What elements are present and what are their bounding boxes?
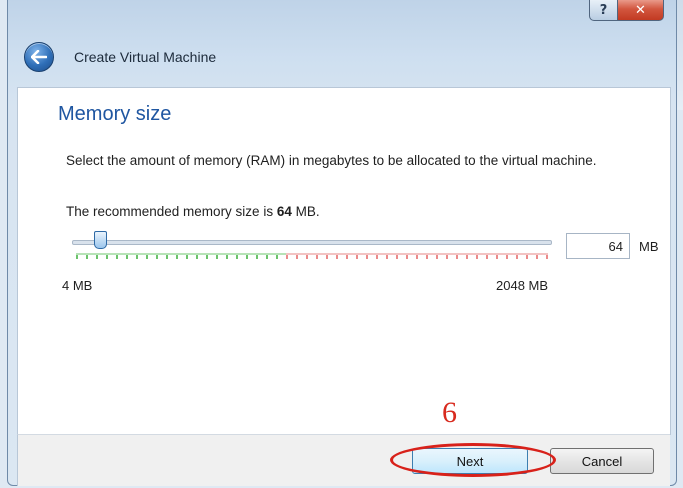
- caption-buttons: ? ✕: [589, 0, 664, 21]
- annotation-highlight-ellipse: [390, 443, 556, 477]
- cancel-button[interactable]: Cancel: [550, 448, 654, 474]
- recommended-prefix: The recommended memory size is: [66, 204, 274, 219]
- slider-handle[interactable]: [94, 231, 107, 249]
- help-button[interactable]: ?: [589, 0, 618, 21]
- cancel-button-label: Cancel: [581, 453, 623, 469]
- recommended-memory-text: The recommended memory size is 64 MB.: [66, 204, 320, 219]
- memory-description: Select the amount of memory (RAM) in meg…: [66, 153, 597, 168]
- slider-track[interactable]: [72, 240, 552, 245]
- slider-min-label: 4 MB: [62, 278, 93, 293]
- slider-safe-range: [76, 253, 286, 259]
- slider-max-label: 2048 MB: [496, 278, 549, 293]
- back-button[interactable]: [24, 42, 54, 72]
- slider-unsafe-range: [286, 253, 548, 259]
- recommended-value: 64: [276, 204, 292, 219]
- content-panel: Memory size Select the amount of memory …: [17, 87, 671, 435]
- close-icon: ✕: [635, 2, 646, 18]
- recommended-suffix: MB.: [295, 204, 320, 219]
- help-icon: ?: [599, 2, 608, 18]
- memory-unit-label: MB: [639, 239, 659, 254]
- page-heading: Memory size: [58, 103, 172, 125]
- title-row: Create Virtual Machine: [24, 42, 216, 72]
- memory-size-input[interactable]: [566, 233, 630, 259]
- close-button[interactable]: ✕: [618, 0, 664, 21]
- dialog-title: Create Virtual Machine: [74, 49, 217, 65]
- memory-slider[interactable]: [72, 228, 552, 262]
- back-arrow-icon: [31, 50, 47, 64]
- step-annotation-number: 6: [442, 396, 457, 429]
